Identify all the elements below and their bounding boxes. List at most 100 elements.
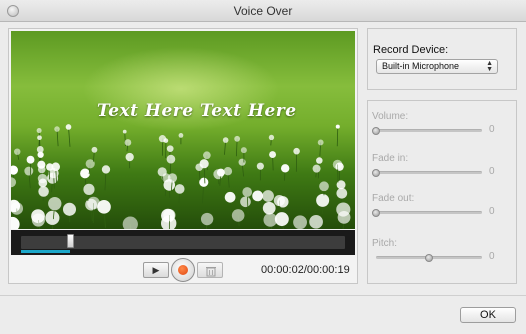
flower-field-image bbox=[11, 124, 351, 229]
video-preview: Text Here Text Here bbox=[11, 31, 355, 229]
flower bbox=[11, 202, 24, 215]
flower-stem bbox=[336, 126, 339, 147]
slider-value-1: 0 bbox=[489, 166, 495, 177]
footer-divider bbox=[0, 295, 526, 296]
flower bbox=[83, 183, 95, 195]
flower bbox=[24, 166, 34, 176]
flower bbox=[309, 214, 323, 229]
record-device-panel: Record Device: Built-in Microphone ▲ ▼ bbox=[367, 28, 517, 90]
flower bbox=[122, 216, 138, 229]
flower bbox=[224, 191, 236, 203]
timeline-playhead[interactable] bbox=[66, 234, 74, 248]
flower bbox=[332, 159, 343, 170]
slider-knob-1[interactable] bbox=[372, 169, 380, 177]
flower bbox=[280, 164, 290, 173]
slider-knob-2[interactable] bbox=[372, 209, 380, 217]
flower bbox=[242, 187, 253, 197]
flower bbox=[262, 190, 274, 202]
flower bbox=[38, 178, 48, 188]
record-device-select[interactable]: Built-in Microphone ▲ ▼ bbox=[376, 59, 498, 74]
flower bbox=[316, 157, 323, 164]
flower bbox=[54, 126, 60, 132]
flower bbox=[317, 139, 324, 146]
flower bbox=[80, 168, 90, 179]
video-panel: Text Here Text Here ▶ 00:00:02/00:00:19 bbox=[8, 28, 358, 284]
slider-track-1[interactable] bbox=[372, 169, 482, 177]
flower bbox=[11, 165, 18, 175]
flower bbox=[31, 213, 45, 227]
flower bbox=[125, 152, 134, 162]
window-title: Voice Over bbox=[233, 4, 293, 18]
flower bbox=[167, 173, 178, 183]
flower bbox=[166, 154, 176, 164]
flower bbox=[65, 124, 72, 130]
slider-value-3: 0 bbox=[489, 251, 495, 262]
timeline-track[interactable] bbox=[21, 234, 345, 253]
video-overlay-text: Text Here Text Here bbox=[97, 101, 297, 121]
slider-knob-3[interactable] bbox=[425, 254, 433, 262]
flower bbox=[222, 137, 229, 143]
flower bbox=[199, 177, 209, 187]
flower bbox=[48, 196, 62, 211]
flower bbox=[174, 184, 185, 194]
flower bbox=[203, 151, 211, 160]
flower bbox=[256, 162, 264, 170]
flower bbox=[273, 195, 285, 207]
timeline-progress bbox=[21, 250, 70, 253]
play-button[interactable]: ▶ bbox=[143, 262, 169, 278]
flower bbox=[178, 133, 184, 138]
timeline[interactable] bbox=[11, 230, 355, 255]
slider-value-0: 0 bbox=[489, 124, 495, 135]
record-button[interactable] bbox=[171, 258, 195, 282]
flower bbox=[293, 215, 307, 229]
flower bbox=[36, 128, 42, 134]
record-device-value: Built-in Microphone bbox=[382, 61, 460, 71]
flower bbox=[122, 129, 127, 134]
slider-knob-0[interactable] bbox=[372, 127, 380, 135]
flower bbox=[163, 208, 176, 222]
flower bbox=[199, 159, 209, 169]
flower bbox=[124, 139, 132, 146]
flower bbox=[51, 162, 61, 172]
flower bbox=[234, 135, 241, 142]
flower bbox=[166, 145, 174, 153]
flower bbox=[316, 193, 330, 207]
slider-value-2: 0 bbox=[489, 206, 495, 217]
record-icon bbox=[178, 265, 188, 275]
trash-icon bbox=[206, 267, 216, 277]
flower bbox=[11, 216, 20, 229]
title-bar: Voice Over bbox=[0, 0, 526, 22]
flower bbox=[263, 213, 278, 227]
flower bbox=[293, 147, 300, 155]
flower bbox=[238, 158, 246, 166]
slider-label-1: Fade in: bbox=[372, 153, 409, 164]
flower bbox=[45, 210, 60, 225]
flower bbox=[157, 167, 167, 177]
flower bbox=[87, 196, 100, 210]
flower bbox=[14, 148, 21, 155]
ok-button[interactable]: OK bbox=[460, 307, 516, 323]
slider-label-3: Pitch: bbox=[372, 238, 398, 249]
playback-controls: ▶ 00:00:02/00:00:19 bbox=[9, 257, 357, 283]
flower bbox=[158, 135, 167, 143]
flower bbox=[26, 155, 35, 164]
flower bbox=[200, 212, 214, 226]
slider-track-0[interactable] bbox=[372, 127, 482, 135]
flower bbox=[252, 190, 264, 202]
flower bbox=[101, 165, 111, 174]
slider-track-3[interactable] bbox=[376, 254, 482, 262]
flower bbox=[11, 177, 17, 188]
flower bbox=[336, 187, 348, 199]
delete-button[interactable] bbox=[197, 262, 223, 278]
flower bbox=[216, 168, 225, 177]
flower bbox=[262, 201, 276, 215]
flower bbox=[319, 181, 329, 192]
slider-label-0: Volume: bbox=[372, 111, 409, 122]
flower bbox=[37, 165, 46, 174]
flower bbox=[62, 202, 77, 216]
flower bbox=[223, 166, 233, 176]
slider-track-2[interactable] bbox=[372, 209, 482, 217]
record-device-label: Record Device: bbox=[373, 44, 449, 56]
flower bbox=[37, 151, 44, 158]
flower bbox=[37, 135, 42, 141]
